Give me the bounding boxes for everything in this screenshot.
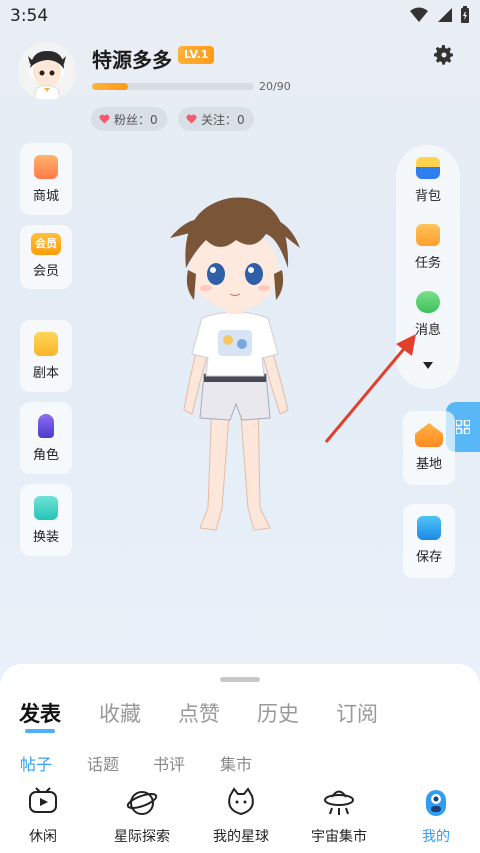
save-icon [417,516,441,540]
expand-down-icon[interactable] [423,362,433,370]
username: 特源多多 [92,48,172,72]
sidebar-item-script[interactable]: 剧本 [20,320,72,392]
sidebar-item-character[interactable]: 角色 [20,402,72,474]
save-label: 保存 [415,550,442,565]
sidebar-item-label: 会员 [32,264,59,279]
avatar-character-icon [28,50,66,100]
subtab-reviews[interactable]: 书评 [153,751,185,775]
heart-icon [99,114,110,124]
fans-count: 粉丝：0 [114,112,158,127]
wifi-icon [410,7,428,22]
outfit-icon [34,496,58,520]
tab-active-indicator [25,729,55,733]
tab-likes[interactable]: 点赞 [178,698,220,728]
xp-progress-bar [92,83,254,90]
sidebar-item-label: 剧本 [32,366,59,381]
task-icon [416,224,440,246]
cat-planet-icon [228,787,254,816]
status-time: 3:54 [10,6,49,26]
profile-icon [426,790,446,816]
nav-universe-market[interactable]: 宇宙集市 [304,786,374,846]
sidebar-item-vip[interactable]: 会员 会员 [20,225,72,289]
xp-text: 20/90 [259,80,291,93]
base-label: 基地 [415,457,442,472]
nav-my-planet[interactable]: 我的星球 [206,786,276,846]
nav-leisure[interactable]: 休闲 [8,786,78,846]
sidebar-item-label: 商城 [32,189,59,204]
script-book-icon [34,332,58,356]
follows-count: 关注：0 [201,112,245,127]
right-item-task[interactable]: 任务 [396,224,460,271]
character-figure[interactable] [150,178,320,550]
sidebar-item-outfit[interactable]: 换装 [20,484,72,556]
nav-label: 我的 [422,829,450,845]
follows-pill[interactable]: 关注：0 [178,107,254,131]
message-icon [416,291,440,313]
subtab-market[interactable]: 集市 [220,751,252,775]
system-icons [410,6,470,24]
nav-label: 我的星球 [213,829,269,845]
tab-history[interactable]: 历史 [257,698,299,728]
sidebar-item-label: 角色 [32,448,59,463]
settings-gear-icon[interactable] [432,43,456,67]
right-item-label: 背包 [414,189,441,204]
nav-star-explore[interactable]: 星际探索 [107,786,177,846]
sidebar-item-shop[interactable]: 商城 [20,143,72,215]
avatar[interactable] [18,42,76,100]
base-button[interactable]: 基地 [403,411,455,485]
right-item-backpack[interactable]: 背包 [396,157,460,204]
nav-me[interactable]: 我的 [401,786,471,846]
status-bar: 3:54 [0,0,480,34]
sidebar-item-label: 换装 [32,530,59,545]
subtab-topics[interactable]: 话题 [87,751,119,775]
crown-icon: 会员 [31,233,61,255]
grid-icon [456,420,470,434]
nav-label: 星际探索 [114,829,170,845]
tab-favorites[interactable]: 收藏 [99,698,141,728]
ufo-icon [324,790,354,815]
sheet-drag-handle[interactable] [220,677,260,682]
backpack-icon [416,157,440,179]
nav-label: 休闲 [29,829,57,845]
planet-icon [126,791,158,815]
fans-pill[interactable]: 粉丝：0 [91,107,167,131]
tab-subscriptions[interactable]: 订阅 [336,698,378,728]
nav-label: 宇宙集市 [311,829,367,845]
tv-icon [29,787,57,813]
save-button[interactable]: 保存 [403,504,455,578]
right-item-label: 任务 [414,256,441,271]
home-base-icon [415,423,443,447]
battery-icon [461,6,469,23]
shopping-bag-icon [34,155,58,179]
heart-icon [186,114,197,124]
signal-icon [438,8,452,22]
character-icon [38,414,54,438]
subtab-posts[interactable]: 帖子 [20,751,52,775]
xp-progress-fill [92,83,128,90]
tab-publish[interactable]: 发表 [19,698,61,728]
level-badge: LV.1 [178,46,215,64]
